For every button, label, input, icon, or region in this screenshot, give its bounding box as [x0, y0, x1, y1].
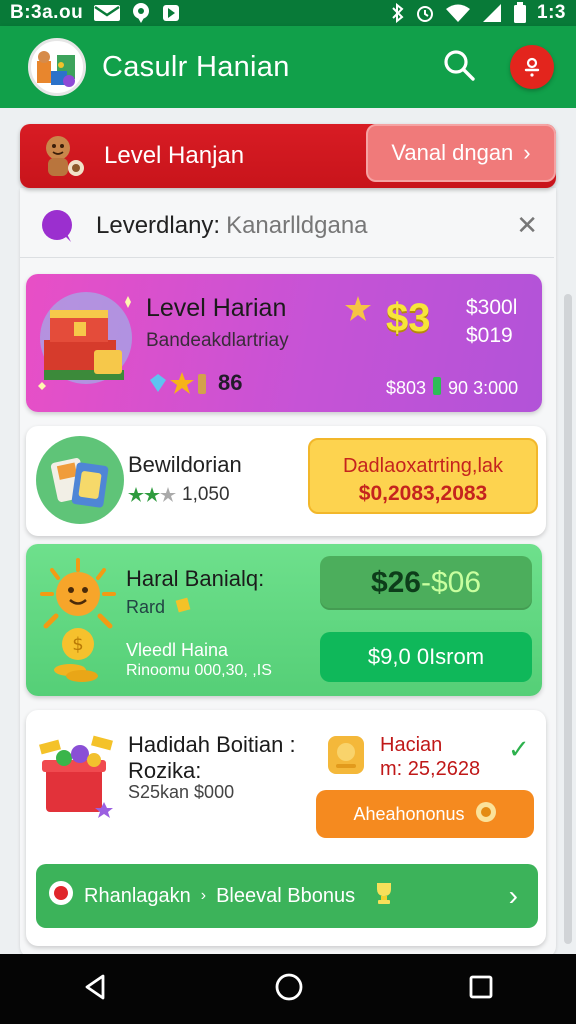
level-card-highlight: $3	[386, 296, 431, 340]
status-time: B:3a.ou	[10, 2, 84, 23]
app-title: Casulr Hanian	[102, 50, 290, 83]
daily-card-title: Haral Banialq:	[126, 566, 265, 591]
bonus-card[interactable]: Bewildorian 1,050 Dadlaoxatrting,lak $0,…	[26, 426, 546, 536]
trophy-icon	[342, 294, 374, 331]
gingerbread-icon	[46, 136, 84, 176]
level-card-title: Level Harian	[146, 294, 287, 322]
level-card-amount-top: $300l	[466, 296, 518, 319]
bluetooth-icon	[391, 3, 405, 23]
gems-icon	[150, 372, 206, 394]
daily-card-note: Rinoomu 000,30, ,IS	[126, 662, 272, 679]
gift-info-title: Hacian	[380, 734, 443, 756]
daily-claim-button[interactable]: $9,0 0Isrom	[320, 632, 532, 682]
daily-card[interactable]: $ Haral Banialq: Rard Vleedl Haina Rinoo…	[26, 544, 542, 696]
chevron-right-icon: ›	[508, 880, 518, 911]
record-icon	[48, 880, 74, 912]
banner-action-label: Vanal dngan	[391, 140, 514, 165]
gift-claim-label: Aheahononus	[353, 803, 465, 824]
status-bar: B:3a.ou 1:3	[0, 0, 576, 26]
level-card-footer-right: 90 3:000	[448, 378, 519, 398]
bonus-cta-amount: $0,2083,2083	[358, 482, 488, 505]
level-card-footer-left: $803	[386, 378, 427, 398]
treasure-chest-icon	[38, 292, 132, 390]
daily-card-detail: Vleedl Haina	[126, 640, 229, 660]
level-card-amount-bottom: $019	[466, 324, 513, 347]
svg-text:$: $	[72, 634, 83, 655]
status-clock: 1:3	[537, 2, 566, 23]
level-indicator: 86	[146, 370, 242, 396]
cash-icon	[430, 376, 444, 401]
level-card-footer: $803 90 3:000	[386, 376, 518, 401]
level-number: 86	[218, 370, 243, 395]
coin-badge-icon	[475, 801, 497, 828]
level-bonus-left: Rhanlagakn	[84, 884, 191, 907]
gift-info-value: m: 25,2628	[380, 758, 481, 780]
search-bubble-icon	[40, 208, 76, 244]
app-notif-icon	[161, 3, 181, 23]
stars-icon	[128, 487, 176, 502]
mail-icon	[93, 3, 121, 23]
banner-action-button[interactable]: Vanal dngan ›	[366, 124, 556, 182]
search-icon[interactable]	[442, 48, 476, 87]
alert-icon	[524, 57, 540, 77]
back-icon[interactable]	[81, 972, 111, 1007]
level-card-subtitle: Bandeakdlartriay	[146, 330, 289, 351]
battery-icon	[513, 2, 527, 24]
system-nav-bar	[0, 954, 576, 1024]
app-logo-avatar[interactable]	[28, 38, 86, 96]
gift-card-subtitle: Rozika:	[128, 758, 202, 783]
daily-card-subtitle-row: Rard	[126, 596, 193, 619]
level-bonus-bar[interactable]: Rhanlagakn › Bleeval Bbonus ›	[36, 864, 538, 928]
level-bonus-right: Bleeval Bbonus	[216, 884, 356, 907]
notification-button[interactable]	[510, 45, 554, 89]
gift-card-title: Hadidah Boitian :	[128, 732, 296, 757]
search-label: Leverdlany:	[96, 211, 221, 239]
search-input[interactable]: Kanarlldgana	[226, 212, 367, 240]
search-row[interactable]: Leverdlany: Kanarlldgana ✕	[20, 194, 554, 258]
location-icon	[131, 2, 151, 24]
recents-icon[interactable]	[467, 973, 495, 1006]
level-card[interactable]: Level Harian Bandeakdlartriay 86 $3 $300…	[26, 274, 542, 412]
banner-title: Level Hanjan	[104, 142, 245, 169]
bonus-cta-button[interactable]: Dadlaoxatrting,lak $0,2083,2083	[308, 438, 538, 514]
sun-mascot-icon: $	[40, 558, 116, 682]
level-banner: Level Hanjan Vanal dngan ›	[20, 124, 556, 188]
gift-info: Hacian m: 25,2628 ✓	[316, 724, 534, 786]
cards-icon	[36, 436, 124, 524]
gift-card-amount: S25kan $000	[128, 782, 235, 802]
bonus-rating-value: 1,050	[182, 484, 230, 505]
wifi-icon	[445, 3, 471, 23]
coin-icon	[171, 596, 193, 619]
bonus-card-title: Bewildorian	[128, 452, 242, 477]
gift-claim-button[interactable]: Aheahononus	[316, 790, 534, 838]
signal-icon	[481, 3, 503, 23]
home-icon[interactable]	[274, 972, 304, 1007]
chevron-right-icon: ›	[523, 140, 531, 165]
daily-price: $26 -$06	[320, 556, 532, 610]
gift-card[interactable]: Hadidah Boitian : Rozika: S25kan $000 Ha…	[26, 710, 546, 946]
daily-card-subtitle: Rard	[126, 597, 166, 617]
arrow-right-icon: ›	[200, 887, 207, 904]
content-area[interactable]: Level Hanjan Vanal dngan › Leverdlany: K…	[0, 108, 576, 954]
close-icon[interactable]: ✕	[516, 210, 538, 241]
bonus-cta-label: Dadlaoxatrting,lak	[342, 455, 504, 477]
daily-price-main: $26	[370, 566, 421, 599]
daily-price-alt: -$06	[421, 566, 482, 599]
trophy-small-icon	[373, 881, 395, 911]
coupon-icon	[328, 736, 364, 774]
app-logo-icon	[37, 51, 75, 87]
checkmark-icon: ✓	[508, 734, 530, 764]
gift-box-icon	[39, 735, 113, 818]
bonus-rating: 1,050	[128, 484, 230, 506]
alarm-icon	[415, 3, 435, 23]
app-bar: Casulr Hanian	[0, 26, 576, 108]
scrollbar[interactable]	[564, 294, 572, 944]
